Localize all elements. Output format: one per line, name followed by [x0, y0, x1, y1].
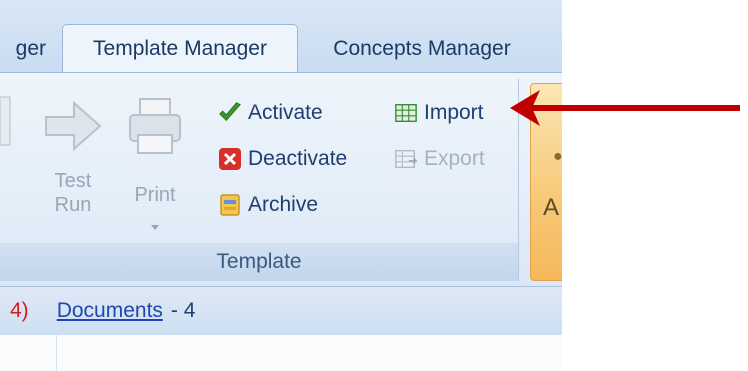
table-export-icon: [394, 147, 418, 171]
archive-button[interactable]: Archive: [218, 185, 318, 225]
tab-partial[interactable]: ger: [0, 28, 52, 70]
documents-link[interactable]: Documents: [57, 299, 163, 323]
documents-count: - 4: [170, 299, 196, 322]
ribbon-group-label: Template: [0, 243, 518, 281]
import-button[interactable]: Import: [394, 93, 484, 133]
ribbon-group-template: Test Run Print Activate Deactivate Archi…: [0, 79, 519, 281]
test-run-button[interactable]: Test Run: [38, 85, 108, 235]
tab-strip: ger Template Manager Concepts Manager: [0, 0, 562, 72]
export-button[interactable]: Export: [394, 139, 485, 179]
deactivate-button[interactable]: Deactivate: [218, 139, 347, 179]
test-run-label-2: Run: [54, 194, 92, 216]
breadcrumb: 4) Documents - 4: [0, 286, 562, 336]
content-area: [0, 335, 562, 371]
annotation-arrow-icon: [510, 90, 740, 126]
checkmark-icon: [218, 101, 242, 125]
red-x-icon: [218, 147, 242, 171]
tab-template-manager[interactable]: Template Manager: [62, 24, 298, 72]
print-button[interactable]: Print: [124, 85, 186, 235]
next-group-icon: ●: [553, 148, 562, 165]
deactivate-label: Deactivate: [248, 147, 348, 170]
activate-label: Activate: [248, 101, 323, 124]
activate-button[interactable]: Activate: [218, 93, 323, 133]
partial-icon: [0, 96, 11, 146]
dropdown-arrow-icon: [151, 225, 159, 230]
ribbon: Test Run Print Activate Deactivate Archi…: [0, 72, 562, 287]
arrow-right-icon: [45, 100, 102, 152]
test-run-label-1: Test: [54, 170, 92, 192]
export-label: Export: [424, 147, 485, 170]
import-label: Import: [424, 101, 484, 124]
archive-label: Archive: [248, 193, 319, 216]
print-label: Print: [134, 184, 176, 206]
column-divider: [56, 335, 57, 371]
archive-box-icon: [218, 193, 242, 217]
app-window: ger Template Manager Concepts Manager Te…: [0, 0, 562, 371]
table-import-icon: [394, 101, 418, 125]
tab-concepts-manager[interactable]: Concepts Manager: [304, 28, 540, 70]
crumb-count-fragment: 4): [10, 299, 29, 322]
next-group-letter: A: [543, 194, 560, 221]
printer-icon: [129, 98, 181, 154]
